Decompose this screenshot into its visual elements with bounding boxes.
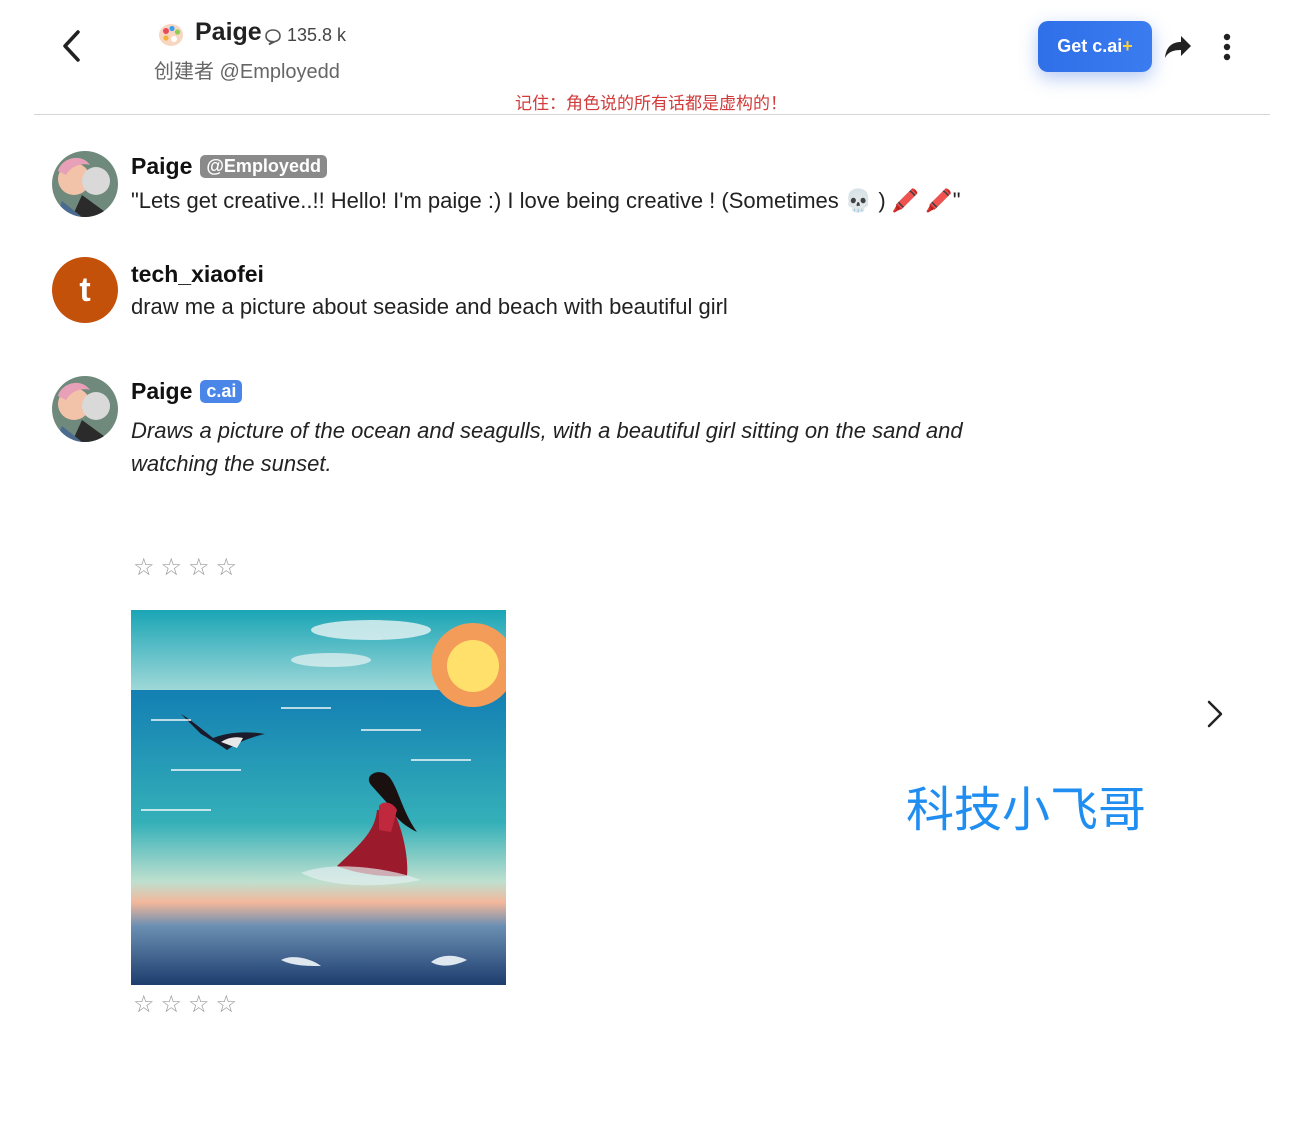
fiction-disclaimer: 记住：角色说的所有话都是虚构的！: [515, 94, 787, 114]
avatar-letter: t: [79, 270, 91, 309]
get-cai-plus-button[interactable]: Get c.ai +: [1038, 21, 1152, 72]
paige-avatar-image: [52, 151, 118, 217]
message-1-header: Paige @Employedd: [131, 153, 327, 180]
message-3-line-1: Draws a picture of the ocean and seagull…: [131, 418, 963, 443]
paige-avatar[interactable]: [52, 376, 118, 442]
sender-name: tech_xiaofei: [131, 261, 264, 287]
creator-handle[interactable]: 创建者 @Employedd: [154, 55, 340, 84]
more-options-icon[interactable]: [1214, 30, 1240, 64]
message-2-text: draw me a picture about seaside and beac…: [131, 294, 728, 319]
user-avatar[interactable]: t: [52, 257, 118, 323]
chat-count: 135.8 k: [287, 25, 347, 45]
header-divider: [34, 114, 1270, 115]
generated-beach-image[interactable]: [131, 610, 506, 985]
chat-bubble-icon: [265, 29, 281, 46]
palette-icon: [159, 24, 183, 46]
message-1-text: "Lets get creative..!! Hello! I'm paige …: [131, 188, 961, 213]
rating-stars[interactable]: ☆☆☆☆: [133, 990, 243, 1018]
creator-badge: @Employedd: [200, 155, 327, 178]
rating-stars[interactable]: ☆☆☆☆: [133, 553, 243, 581]
cai-badge: c.ai: [200, 380, 243, 403]
chevron-left-icon: [63, 30, 80, 62]
paige-avatar-image: [52, 376, 118, 442]
get-button-label: Get c.ai: [1057, 36, 1123, 56]
share-icon[interactable]: [1160, 30, 1194, 64]
chevron-right-icon[interactable]: [1200, 697, 1230, 731]
character-name: Paige: [195, 18, 262, 46]
back-button[interactable]: [50, 24, 94, 68]
sender-name: Paige: [131, 153, 193, 179]
watermark-text: 科技小飞哥: [906, 782, 1147, 838]
message-3-header: Paige c.ai: [131, 378, 243, 405]
plus-icon: +: [1122, 36, 1133, 56]
sender-name: Paige: [131, 378, 193, 404]
paige-avatar[interactable]: [52, 151, 118, 217]
message-3-line-2: watching the sunset.: [131, 451, 332, 476]
